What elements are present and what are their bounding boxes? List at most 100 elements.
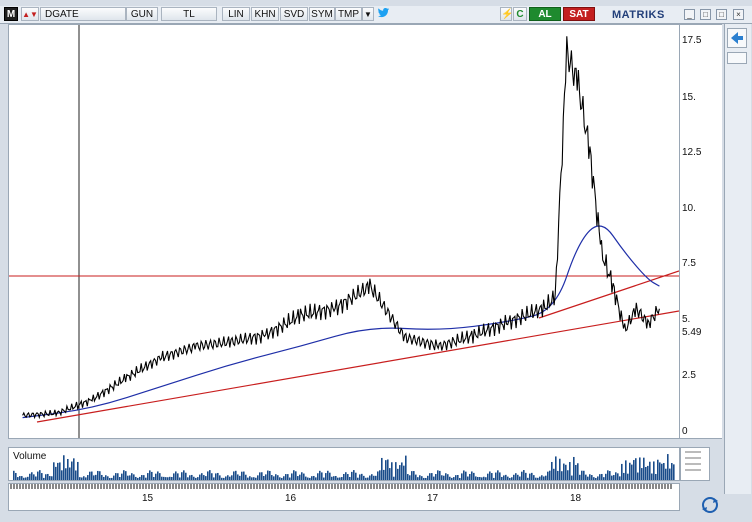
volume-bar xyxy=(435,474,437,480)
volume-bar xyxy=(309,477,311,480)
refresh-icon[interactable]: C xyxy=(513,7,527,21)
volume-bar xyxy=(143,475,145,480)
volume-bar xyxy=(415,474,417,480)
volume-bar xyxy=(449,476,451,480)
volume-bar xyxy=(107,476,109,480)
volume-bar xyxy=(319,470,321,480)
volume-bar xyxy=(127,475,129,480)
volume-bar xyxy=(23,477,25,480)
dropdown-arrow-icon[interactable]: ▼ xyxy=(362,7,374,21)
volume-bar xyxy=(457,475,459,480)
volume-bar xyxy=(17,477,19,480)
volume-bar xyxy=(281,477,283,480)
minimize-icon[interactable]: _ xyxy=(684,9,695,20)
volume-bar xyxy=(247,477,249,480)
volume-bar xyxy=(499,472,501,480)
scale-button[interactable]: LIN xyxy=(222,7,250,21)
price-chart[interactable] xyxy=(8,24,680,439)
volume-bar xyxy=(153,476,155,480)
volume-bar xyxy=(147,473,149,480)
volume-bar xyxy=(465,471,467,480)
volume-bar xyxy=(411,471,413,480)
volume-bar xyxy=(287,474,289,480)
volume-bar xyxy=(477,476,479,480)
volume-bar xyxy=(529,473,531,480)
volume-bar xyxy=(495,472,497,480)
volume-bar xyxy=(225,476,227,480)
volume-bar xyxy=(279,477,281,480)
volume-bar xyxy=(223,477,225,480)
volume-bar xyxy=(543,476,545,480)
volume-bar xyxy=(513,474,515,480)
volume-bars xyxy=(13,454,675,480)
lightning-icon[interactable]: ⚡ xyxy=(500,7,513,21)
volume-bar xyxy=(305,476,307,480)
volume-bar xyxy=(317,473,319,480)
volume-bar xyxy=(221,477,223,480)
volume-bar xyxy=(99,471,101,480)
volume-bar xyxy=(57,462,59,480)
sync-icon[interactable] xyxy=(699,495,721,515)
khn-button[interactable]: KHN xyxy=(251,7,279,21)
volume-bar xyxy=(73,458,75,480)
volume-bar xyxy=(71,461,73,480)
period-button[interactable]: GUN xyxy=(126,7,158,21)
twitter-icon[interactable] xyxy=(376,7,390,21)
volume-bar xyxy=(669,468,671,480)
volume-bar xyxy=(103,476,105,480)
volume-bar xyxy=(441,475,443,480)
m-button[interactable]: M xyxy=(4,7,18,21)
symbol-field[interactable]: DGATE xyxy=(40,7,126,21)
volume-bar xyxy=(301,472,303,480)
volume-bar xyxy=(497,470,499,480)
volume-bar xyxy=(47,473,49,480)
maximize-icon[interactable]: □ xyxy=(716,9,727,20)
buy-button[interactable]: AL xyxy=(529,7,561,21)
volume-bar xyxy=(295,471,297,480)
volume-bar xyxy=(21,476,23,480)
x-tick-marks xyxy=(10,484,672,489)
volume-bar xyxy=(629,462,631,480)
volume-bar xyxy=(559,458,561,480)
volume-bar xyxy=(361,473,363,480)
volume-bar xyxy=(511,477,513,480)
volume-bar xyxy=(387,459,389,480)
volume-scale-icon xyxy=(685,451,701,471)
volume-bar xyxy=(515,473,517,480)
close-icon[interactable]: × xyxy=(733,9,744,20)
volume-bar xyxy=(69,467,71,480)
volume-bar xyxy=(81,477,83,480)
tmp-button[interactable]: TMP xyxy=(335,7,362,21)
sym-button[interactable]: SYM xyxy=(309,7,335,21)
restore-icon[interactable]: □ xyxy=(700,9,711,20)
volume-bar xyxy=(567,470,569,480)
scroll-up-button[interactable] xyxy=(727,52,747,64)
volume-bar xyxy=(605,473,607,480)
svd-button[interactable]: SVD xyxy=(280,7,308,21)
volume-bar xyxy=(421,476,423,480)
volume-bar xyxy=(215,473,217,480)
currency-button[interactable]: TL xyxy=(161,7,217,21)
sell-button[interactable]: SAT xyxy=(563,7,595,21)
volume-bar xyxy=(207,471,209,480)
volume-bar xyxy=(159,473,161,480)
symbol-icon[interactable]: ▲▼ xyxy=(21,7,39,21)
volume-bar xyxy=(269,470,271,480)
volume-bar xyxy=(63,455,65,480)
collapse-arrow-button[interactable] xyxy=(727,28,747,48)
volume-bar xyxy=(585,474,587,480)
volume-bar xyxy=(425,477,427,480)
volume-bar xyxy=(569,462,571,480)
volume-bar xyxy=(597,476,599,480)
volume-bar xyxy=(443,475,445,480)
volume-bar xyxy=(659,462,661,480)
volume-bar xyxy=(273,476,275,480)
last-price-label: 5.49 xyxy=(680,327,704,338)
volume-bar xyxy=(451,477,453,480)
chart-toolbar: M ▲▼ DGATE GUN TL LIN KHN SVD SYM TMP ▼ … xyxy=(0,6,752,24)
volume-bar xyxy=(277,475,279,480)
volume-bar xyxy=(397,468,399,480)
volume-panel[interactable]: Volume xyxy=(8,447,680,481)
volume-bar xyxy=(137,477,139,480)
volume-bar xyxy=(645,467,647,480)
